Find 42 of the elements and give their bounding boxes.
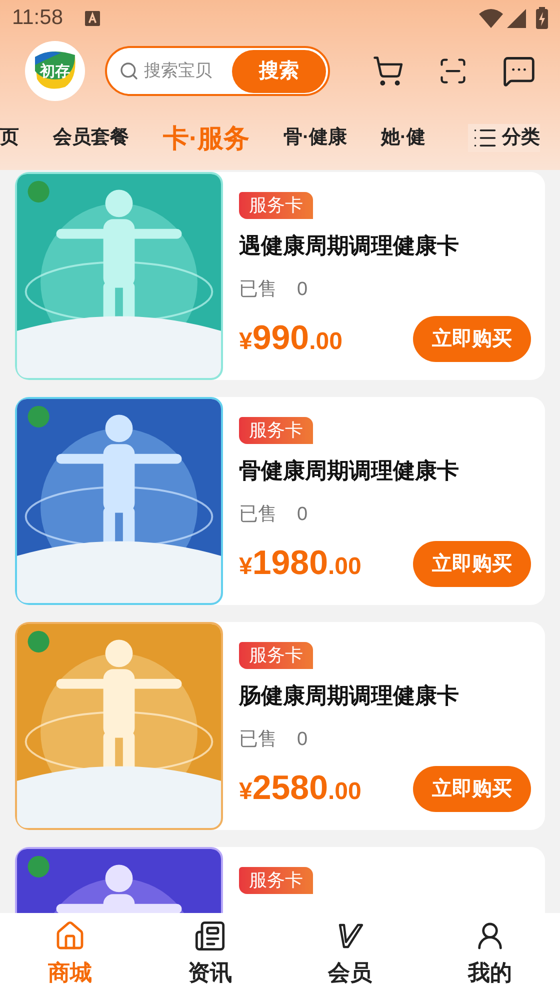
logo-text: 初存 <box>40 62 70 82</box>
home-icon <box>54 920 86 952</box>
sold-count: 0 <box>297 278 308 302</box>
product-title: 遇健康周期调理健康卡 <box>239 232 460 260</box>
status-time: 11:58 <box>12 5 63 32</box>
nav-tab[interactable]: 资讯 <box>140 913 280 995</box>
search-field[interactable]: 搜索宝贝 搜索 <box>105 46 330 96</box>
product-price: ¥990.00 <box>239 318 342 359</box>
product-price: ¥2580.00 <box>239 768 362 809</box>
sold-label: 已售 <box>239 503 277 527</box>
app-logo[interactable]: 初存 <box>25 41 85 101</box>
document-icon <box>194 920 226 952</box>
search-placeholder: 搜索宝贝 <box>144 60 212 82</box>
category-button[interactable]: 分类 <box>468 124 540 152</box>
category-tab[interactable]: 她·健 <box>381 124 426 152</box>
sold-count: 0 <box>297 728 308 752</box>
service-card-tag: 服务卡 <box>239 642 313 669</box>
nav-tab[interactable]: 我的 <box>420 913 560 995</box>
product-title: 骨健康周期调理健康卡 <box>239 457 460 485</box>
sold-label: 已售 <box>239 278 277 302</box>
message-icon[interactable] <box>502 54 536 88</box>
wifi-icon <box>479 8 503 28</box>
search-icon <box>119 61 139 81</box>
keyboard-a-icon <box>85 10 100 26</box>
product-card[interactable]: 服务卡 遇健康周期调理健康卡 已售 0 ¥990.00 立即购买 <box>15 172 545 380</box>
category-tab[interactable]: 页 <box>0 124 19 152</box>
sold-label: 已售 <box>239 728 277 752</box>
signal-icon <box>507 8 526 28</box>
product-card[interactable]: 服务卡 骨健康周期调理健康卡 已售 0 ¥1980.00 立即购买 <box>15 397 545 605</box>
service-card-tag: 服务卡 <box>239 192 313 219</box>
sold-count: 0 <box>297 503 308 527</box>
battery-icon <box>536 7 548 29</box>
service-card-tag: 服务卡 <box>239 417 313 444</box>
category-tab[interactable]: 会员套餐 <box>53 124 129 152</box>
service-card-tag: 服务卡 <box>239 867 313 894</box>
product-title: 肠健康周期调理健康卡 <box>239 682 460 710</box>
product-price: ¥1980.00 <box>239 543 362 584</box>
cart-icon[interactable] <box>372 55 404 87</box>
product-card[interactable]: 服务卡 肠健康周期调理健康卡 已售 0 ¥2580.00 立即购买 <box>15 622 545 830</box>
category-tab[interactable]: 骨·健康 <box>284 124 347 152</box>
scan-icon[interactable] <box>438 56 468 86</box>
nav-tab[interactable]: 会员 <box>280 913 420 995</box>
